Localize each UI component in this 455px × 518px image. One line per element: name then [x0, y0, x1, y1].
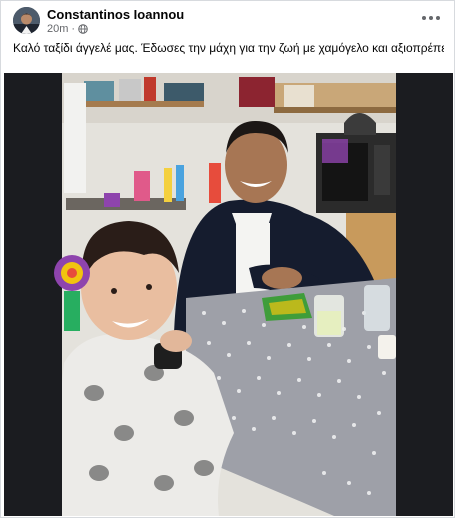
post-meta: 20m · — [47, 23, 88, 35]
post-caption: Καλό ταξίδι άγγελέ μας. Έδωσες την μάχη … — [13, 41, 444, 55]
author-avatar[interactable] — [13, 7, 40, 34]
more-dot — [436, 16, 440, 20]
more-options-icon[interactable] — [422, 11, 440, 25]
more-dot — [429, 16, 433, 20]
globe-icon[interactable] — [78, 24, 88, 34]
post-photo[interactable] — [4, 73, 453, 516]
facebook-post: Constantinos Ioannou 20m · Καλό ταξίδι ά… — [0, 0, 455, 518]
meta-separator: · — [71, 23, 76, 35]
photo-image — [4, 73, 453, 516]
more-dot — [422, 16, 426, 20]
author-name[interactable]: Constantinos Ioannou — [47, 7, 184, 22]
avatar-image — [13, 7, 40, 34]
post-timestamp[interactable]: 20m — [47, 23, 68, 35]
